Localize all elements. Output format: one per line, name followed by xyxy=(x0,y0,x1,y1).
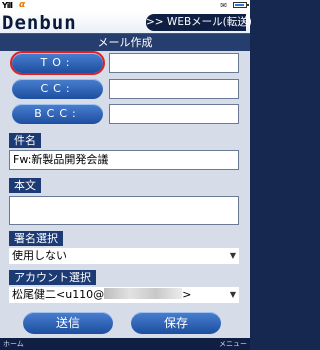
softkey-bar: ホーム メニュー xyxy=(0,338,250,350)
bcc-field[interactable] xyxy=(109,104,239,124)
app-header: Denbun >> WEBメール(転送) xyxy=(0,11,252,35)
carrier-icon: α xyxy=(19,0,26,10)
subject-label: 件名 xyxy=(9,133,41,148)
to-field[interactable] xyxy=(109,53,239,73)
account-selected-prefix: 松尾健二<u110@ xyxy=(12,288,105,301)
signature-select[interactable]: 使用しない ▼ xyxy=(9,248,239,264)
save-button[interactable]: 保存 xyxy=(131,312,221,334)
mail-icon: ✉ xyxy=(220,1,227,10)
softkey-menu[interactable]: メニュー xyxy=(219,338,247,350)
app-logo: Denbun xyxy=(2,12,77,34)
body-label: 本文 xyxy=(9,178,41,193)
body-field[interactable] xyxy=(9,196,239,225)
send-button[interactable]: 送信 xyxy=(23,312,113,334)
account-selected-suffix: > xyxy=(182,288,192,301)
signature-label: 署名選択 xyxy=(9,231,63,246)
cc-button[interactable]: CC: xyxy=(12,79,103,99)
redacted-block xyxy=(104,288,183,299)
subject-field[interactable]: Fw:新製品開発会議 xyxy=(9,150,239,170)
account-label: アカウント選択 xyxy=(9,270,96,285)
chevron-down-icon: ▼ xyxy=(229,251,236,260)
status-bar: Yill α ✉ xyxy=(0,0,250,11)
bcc-button[interactable]: BCC: xyxy=(12,104,103,124)
softkey-home[interactable]: ホーム xyxy=(3,338,24,350)
account-select[interactable]: 松尾健二<u110@ > ▼ xyxy=(9,287,239,303)
chevron-down-icon: ▼ xyxy=(229,290,236,299)
page-title: メール作成 xyxy=(0,33,250,52)
battery-icon xyxy=(233,2,249,8)
cc-field[interactable] xyxy=(109,79,239,99)
signature-selected-value: 使用しない xyxy=(12,249,67,262)
signal-icon: Yill xyxy=(2,1,13,10)
to-button[interactable]: TO: xyxy=(10,51,105,75)
mode-badge: >> WEBメール(転送) xyxy=(146,14,252,31)
